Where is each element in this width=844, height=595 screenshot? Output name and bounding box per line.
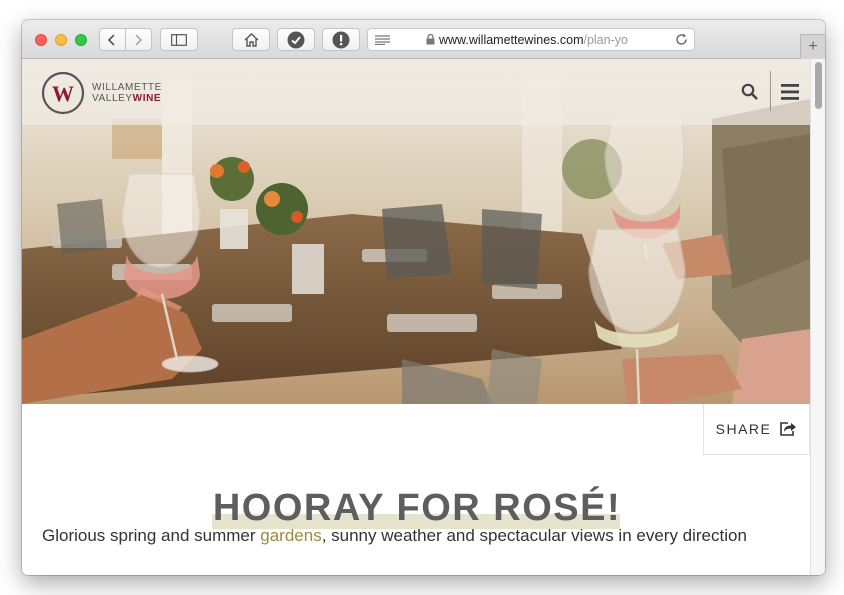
article-title: HOORAY FOR ROSÉ! [212,487,622,529]
intro-text-end: , sunny weather and spectacular views in… [321,526,747,545]
alert-icon [332,31,350,48]
browser-toolbar: www.willamettewines.com/plan-yo + [22,20,825,59]
share-icon [780,422,797,436]
site-header: W WILLAMETTE VALLEYWINE [22,59,810,125]
chevron-left-icon [108,33,115,46]
url-domain: www.willamettewines.com [439,32,584,47]
search-icon[interactable] [741,83,759,101]
header-divider [770,71,771,111]
home-button[interactable] [232,28,270,51]
logo-line-willamette: WILLAMETTE [92,82,162,93]
url-path: /plan-yo [583,32,628,47]
back-button[interactable] [100,29,126,50]
address-bar[interactable]: www.willamettewines.com/plan-yo [367,28,695,51]
history-nav [99,28,152,51]
new-tab-button[interactable]: + [800,34,825,59]
sidebar-toggle-button[interactable] [160,28,198,51]
extension-check-button[interactable] [277,28,315,51]
browser-window: www.willamettewines.com/plan-yo + W WILL… [22,20,825,575]
plus-icon: + [808,38,818,55]
gardens-link[interactable]: gardens [260,526,321,545]
intro-text-start: Glorious spring and summer [42,526,261,545]
share-label: SHARE [715,421,772,437]
minimize-window-button[interactable] [55,34,67,46]
article-intro: Glorious spring and summer gardens, sunn… [42,526,802,546]
reader-icon[interactable] [375,34,390,45]
willamette-logo-mark[interactable]: W [41,71,85,115]
sidebar-icon [171,33,187,46]
scrollbar-thumb[interactable] [815,62,822,109]
lock-icon [426,34,435,45]
reload-icon[interactable] [675,33,688,46]
close-window-button[interactable] [35,34,47,46]
checkmark-icon [287,31,305,48]
site-logo-text[interactable]: WILLAMETTE VALLEYWINE [92,82,162,104]
logo-word-valley: VALLEY [92,93,133,104]
extension-alert-button[interactable] [322,28,360,51]
logo-monogram: W [52,81,74,106]
page-content: W WILLAMETTE VALLEYWINE SHARE HOORAY FOR… [22,59,825,575]
forward-button[interactable] [126,29,151,50]
home-icon [244,32,258,47]
menu-icon[interactable] [781,84,799,100]
vertical-scrollbar[interactable] [810,59,825,575]
zoom-window-button[interactable] [75,34,87,46]
logo-word-wine: WINE [132,93,162,104]
url-text: www.willamettewines.com/plan-yo [439,33,639,47]
share-button[interactable]: SHARE [703,404,810,455]
hero-image: W WILLAMETTE VALLEYWINE [22,59,810,404]
chevron-right-icon [135,33,143,46]
